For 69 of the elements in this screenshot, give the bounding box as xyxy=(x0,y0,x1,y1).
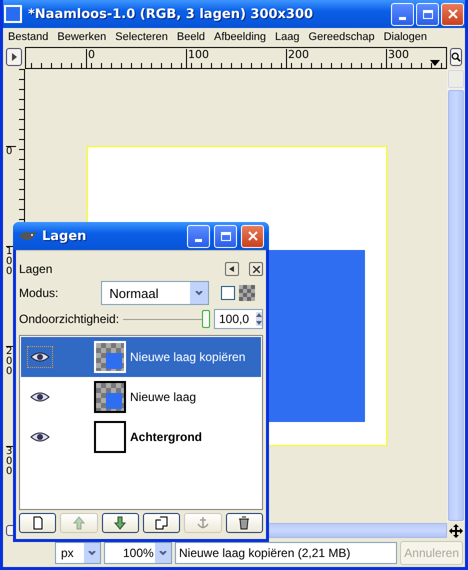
unit-dropdown[interactable]: px xyxy=(55,542,101,564)
transparency-icon xyxy=(239,285,256,301)
eye-icon[interactable] xyxy=(30,351,50,363)
page-icon xyxy=(30,516,45,530)
layer-row[interactable]: Nieuwe laag xyxy=(21,377,261,417)
vertical-scrollbar[interactable] xyxy=(447,69,465,522)
delete-layer-button[interactable] xyxy=(226,513,263,533)
layer-thumbnail xyxy=(94,341,126,373)
ruler-label: 0 xyxy=(6,146,16,157)
panel-title: Lagen xyxy=(19,262,52,276)
layer-thumbnail xyxy=(94,381,126,413)
pointer-icon xyxy=(430,60,440,66)
close-button[interactable] xyxy=(441,2,464,26)
search-icon xyxy=(451,51,461,63)
chevron-down-icon xyxy=(159,550,167,556)
move-arrows-icon[interactable] xyxy=(449,524,463,538)
eye-icon[interactable] xyxy=(30,431,50,443)
new-layer-button[interactable] xyxy=(19,513,56,533)
pages-icon xyxy=(154,516,169,530)
window-title: *Naamloos-1.0 (RGB, 3 lagen) 300x300 xyxy=(28,6,314,22)
minimize-button[interactable] xyxy=(391,2,414,26)
close-icon xyxy=(448,9,458,19)
menu-item[interactable]: Laag xyxy=(275,30,300,42)
chevron-down-icon xyxy=(195,290,204,296)
minimize-button[interactable] xyxy=(187,224,210,248)
menu-item[interactable]: Bestand xyxy=(8,30,48,42)
panel-menu-button[interactable] xyxy=(225,262,239,276)
triangle-left-icon xyxy=(229,266,235,272)
zoom-dropdown[interactable]: 100% xyxy=(104,542,172,564)
status-message: Nieuwe laag kopiëren (2,21 MB) xyxy=(175,542,398,564)
layer-name: Nieuwe laag kopiëren xyxy=(130,350,246,364)
dialog-title: Lagen xyxy=(42,228,88,244)
maximize-button[interactable] xyxy=(416,2,439,26)
mode-label: Modus: xyxy=(19,286,58,300)
layer-name: Achtergrond xyxy=(130,430,202,444)
play-icon xyxy=(9,52,19,62)
chevron-down-icon xyxy=(88,550,96,556)
spin-arrows-icon[interactable] xyxy=(256,312,262,326)
menu-item[interactable]: Selecteren xyxy=(115,30,168,42)
menu-item[interactable]: Gereedschap xyxy=(308,30,375,42)
layer-name: Nieuwe laag xyxy=(130,390,196,404)
menu-item[interactable]: Afbeelding xyxy=(214,30,266,42)
opacity-label: Ondoorzichtigheid: xyxy=(19,312,120,326)
menu-toggle-button[interactable] xyxy=(6,48,22,66)
close-panel-button[interactable] xyxy=(249,262,263,276)
close-icon xyxy=(248,231,258,241)
anchor-icon xyxy=(196,516,210,530)
zoom-button[interactable] xyxy=(450,48,462,66)
eye-icon[interactable] xyxy=(30,391,50,403)
menu-item[interactable]: Beeld xyxy=(176,30,206,42)
opacity-spinbox[interactable]: 100,0 xyxy=(214,309,263,329)
animal-icon xyxy=(18,230,38,242)
trash-icon xyxy=(237,516,252,530)
duplicate-layer-button[interactable] xyxy=(142,513,180,533)
close-icon xyxy=(252,266,260,272)
lower-layer-button[interactable] xyxy=(102,513,139,533)
layer-thumbnail xyxy=(94,421,126,453)
image-icon xyxy=(4,5,22,23)
maximize-button[interactable] xyxy=(214,224,237,248)
lock-checkbox[interactable] xyxy=(221,286,236,300)
arrow-up-icon xyxy=(72,516,86,530)
layer-row[interactable]: Nieuwe laag kopiëren xyxy=(21,337,261,377)
mode-dropdown[interactable]: Normaal xyxy=(101,281,210,305)
menu-item[interactable]: Bewerken xyxy=(57,30,106,42)
layer-row[interactable]: Achtergrond xyxy=(21,417,261,457)
close-button[interactable] xyxy=(241,224,264,248)
arrow-down-icon xyxy=(113,516,128,530)
menu-item[interactable]: Dialogen xyxy=(384,30,427,42)
slider-handle[interactable] xyxy=(202,310,210,328)
